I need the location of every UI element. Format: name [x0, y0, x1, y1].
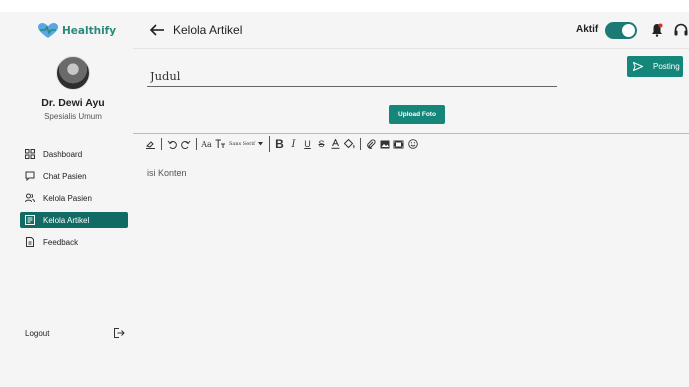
sidebar-item-label: Feedback	[43, 237, 79, 247]
editor-toolbar: Aa Sans Serif B I U S	[145, 136, 421, 152]
sidebar-item-dashboard[interactable]: Dashboard	[20, 146, 128, 162]
brand-logo[interactable]: Healthify	[38, 23, 116, 39]
posting-label: Posting	[653, 62, 680, 71]
app-window: Healthify Dr. Dewi Ayu Spesialis Umum Da…	[0, 12, 689, 387]
sidebar-item-label: Kelola Pasien	[43, 193, 92, 203]
logout-icon	[114, 328, 125, 338]
send-icon	[633, 62, 643, 71]
sidebar: Healthify Dr. Dewi Ayu Spesialis Umum Da…	[0, 12, 133, 387]
italic-button[interactable]: I	[288, 137, 299, 151]
attachment-icon[interactable]	[365, 137, 376, 151]
font-color-icon[interactable]	[330, 137, 341, 151]
article-icon	[25, 215, 35, 225]
highlight-fill-icon[interactable]	[344, 137, 355, 151]
video-icon[interactable]	[393, 137, 404, 151]
font-family-value: Sans Serif	[229, 141, 256, 147]
heart-logo-icon	[38, 23, 58, 38]
sidebar-item-chat-pasien[interactable]: Chat Pasien	[20, 168, 128, 184]
redo-icon[interactable]	[180, 137, 191, 151]
main-panel: Kelola Artikel Aktif Posting Upload Foto	[133, 12, 689, 387]
underline-button[interactable]: U	[302, 137, 313, 151]
eraser-icon[interactable]	[145, 137, 156, 151]
chevron-down-icon	[258, 142, 264, 146]
feedback-icon	[25, 237, 35, 247]
upload-photo-button[interactable]: Upload Foto	[389, 105, 445, 124]
toolbar-separator	[196, 138, 197, 150]
undo-icon[interactable]	[166, 137, 177, 151]
sidebar-item-label: Kelola Artikel	[43, 215, 90, 225]
toolbar-separator	[360, 138, 362, 150]
toolbar-separator	[161, 138, 162, 150]
article-title-input[interactable]	[147, 65, 557, 87]
back-arrow-icon[interactable]	[149, 22, 165, 38]
sidebar-item-kelola-pasien[interactable]: Kelola Pasien	[20, 190, 128, 206]
users-icon	[25, 193, 35, 203]
status-label: Aktif	[576, 24, 599, 35]
dashboard-icon	[25, 149, 35, 159]
strikethrough-button[interactable]: S	[316, 137, 327, 151]
headset-icon[interactable]	[674, 23, 688, 37]
chat-icon	[25, 171, 35, 181]
sidebar-nav: Dashboard Chat Pasien Kelola Pasien Kelo…	[20, 146, 128, 256]
emoji-icon[interactable]	[407, 137, 418, 151]
bell-icon[interactable]	[651, 23, 663, 37]
toggle-knob	[622, 24, 635, 37]
topbar: Kelola Artikel Aktif	[133, 12, 689, 49]
image-icon[interactable]	[379, 137, 390, 151]
status-toggle[interactable]	[605, 22, 637, 39]
toolbar-divider	[133, 133, 689, 134]
toolbar-separator	[269, 136, 271, 152]
page-title: Kelola Artikel	[173, 23, 243, 37]
logout-label: Logout	[25, 328, 50, 338]
avatar[interactable]	[56, 56, 90, 90]
bold-button[interactable]: B	[274, 137, 285, 151]
sidebar-item-kelola-artikel[interactable]: Kelola Artikel	[20, 212, 128, 228]
sidebar-item-feedback[interactable]: Feedback	[20, 234, 128, 250]
font-size-button[interactable]: Aa	[201, 137, 212, 151]
posting-button[interactable]: Posting	[627, 56, 683, 77]
user-role: Spesialis Umum	[44, 112, 102, 121]
logout-button[interactable]: Logout	[25, 328, 125, 338]
sidebar-item-label: Chat Pasien	[43, 171, 87, 181]
sidebar-item-label: Dashboard	[43, 149, 83, 159]
article-content-editor[interactable]: isi Konten	[147, 168, 187, 178]
font-family-select[interactable]: Sans Serif	[229, 141, 264, 147]
user-name: Dr. Dewi Ayu	[41, 97, 105, 109]
text-height-icon[interactable]	[215, 137, 226, 151]
brand-name: Healthify	[62, 25, 117, 37]
